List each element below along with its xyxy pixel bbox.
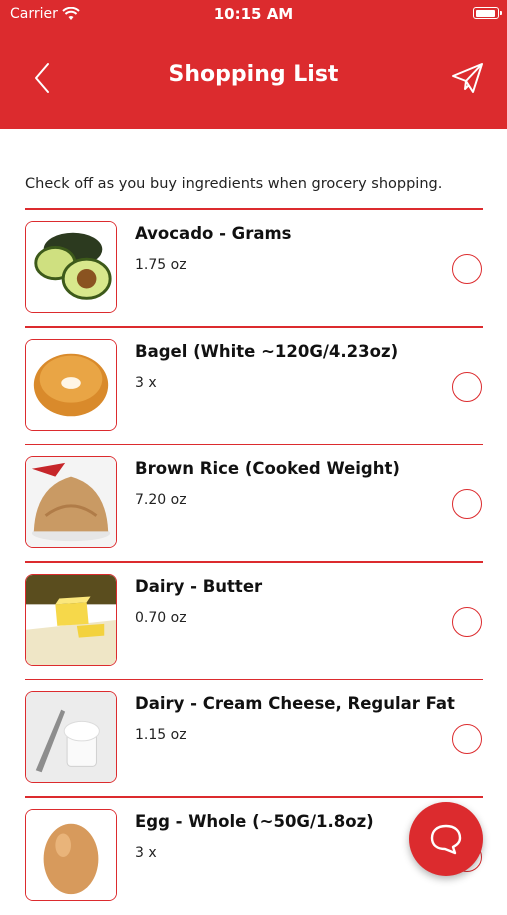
list-item: Dairy - Cream Cheese, Regular Fat 1.15 o… [0,680,507,798]
send-button[interactable] [449,60,485,96]
brown-rice-image [25,456,117,548]
list-item: Dairy - Butter 0.70 oz [0,563,507,681]
item-quantity: 1.15 oz [135,727,187,743]
item-checkbox[interactable] [452,724,482,754]
cream-cheese-image [25,691,117,783]
item-name: Dairy - Cream Cheese, Regular Fat [135,694,455,713]
status-bar: Carrier 10:15 AM [0,0,507,28]
item-name: Bagel (White ~120G/4.23oz) [135,342,398,361]
page-title: Shopping List [0,62,507,87]
chat-button[interactable] [409,802,483,876]
item-checkbox[interactable] [452,489,482,519]
intro-text: Check off as you buy ingredients when gr… [25,176,442,192]
item-checkbox[interactable] [452,254,482,284]
butter-image [25,574,117,666]
list-item: Avocado - Grams 1.75 oz [0,210,507,328]
item-checkbox[interactable] [452,607,482,637]
item-name: Egg - Whole (~50G/1.8oz) [135,812,374,831]
item-quantity: 3 x [135,845,157,861]
bagel-image [25,339,117,431]
item-checkbox[interactable] [452,372,482,402]
item-quantity: 3 x [135,375,157,391]
list-item: Brown Rice (Cooked Weight) 7.20 oz [0,445,507,563]
list-item: Bagel (White ~120G/4.23oz) 3 x [0,328,507,446]
item-name: Avocado - Grams [135,224,292,243]
egg-image [25,809,117,901]
header-bar: Carrier 10:15 AM Shopping List [0,0,507,129]
item-quantity: 7.20 oz [135,492,187,508]
item-name: Dairy - Butter [135,577,262,596]
item-quantity: 1.75 oz [135,257,187,273]
avocado-image [25,221,117,313]
item-quantity: 0.70 oz [135,610,187,626]
item-name: Brown Rice (Cooked Weight) [135,459,400,478]
status-time: 10:15 AM [0,5,507,23]
chat-bubble-icon [429,822,463,856]
paper-plane-icon [449,60,485,96]
battery-icon [473,7,499,19]
